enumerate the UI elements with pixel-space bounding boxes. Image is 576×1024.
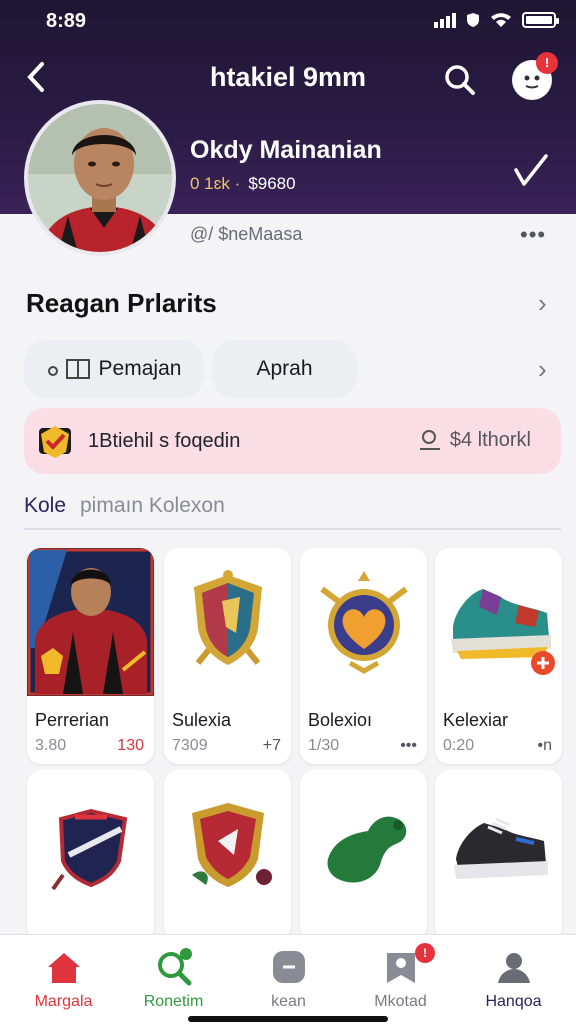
chip-label: Aprah — [256, 357, 313, 380]
signal-icon — [434, 12, 456, 28]
status-bar: 8:89 — [0, 6, 576, 34]
promo-reward: $4 lthorkl — [418, 428, 531, 452]
card-name: Sulexia — [172, 710, 232, 730]
follow-check-button[interactable] — [510, 150, 550, 190]
nav-label: Mkotad — [374, 993, 427, 1010]
search-button[interactable] — [440, 60, 480, 100]
badge-check-icon — [39, 426, 71, 458]
chip-label: Pemajan — [98, 357, 182, 380]
chevron-left-icon — [27, 62, 44, 92]
card-name: Bolexioı — [308, 710, 373, 730]
user-icon — [420, 430, 441, 450]
profile-subline: @/ $neMaasa — [190, 224, 303, 244]
battery-icon — [522, 12, 559, 28]
nav-chat[interactable]: kean — [231, 935, 346, 1024]
collection-card[interactable]: Bolexioı 1/30 ••• — [300, 548, 427, 764]
collection-card[interactable] — [27, 770, 154, 940]
collection-card[interactable] — [300, 770, 427, 940]
collection-card[interactable] — [164, 770, 291, 940]
heart-crest-icon — [300, 548, 427, 696]
back-button[interactable] — [24, 60, 54, 96]
nav-map[interactable]: ! Mkotad — [343, 935, 458, 1024]
nav-label: Ronetim — [143, 993, 204, 1010]
bottom-navigation: Margala Ronetim kean ! Mkotad Hanqoa — [0, 934, 576, 1024]
collection-card[interactable]: Sulexia 7309 +7 — [164, 548, 291, 764]
collection-tabs: Kole pimaın Kolexon — [24, 490, 561, 530]
card-extra: +7 — [262, 737, 281, 754]
home-indicator[interactable] — [188, 1016, 388, 1022]
card-extra: ••• — [400, 737, 417, 754]
chat-icon — [273, 951, 305, 983]
search-plus-icon — [158, 948, 192, 986]
tab-kole[interactable]: Kole — [24, 494, 66, 518]
player-portrait-icon — [28, 104, 172, 252]
page-title: htakiel 9mm — [209, 62, 367, 92]
nav-label: Margala — [34, 993, 93, 1010]
club-badge-icon — [27, 770, 154, 918]
profile-name: Okdy Mainanian — [190, 136, 382, 164]
chips-chevron-icon[interactable]: › — [538, 354, 547, 385]
section-title: Reagan Prlarits — [26, 288, 217, 318]
promo-reward-text: $4 lthorkl — [449, 429, 531, 451]
profile-stats: 0 1ɛk · $9680 — [190, 174, 296, 194]
shield-crest-icon — [164, 548, 291, 696]
tab-koleksi[interactable]: pimaın Kolexon — [80, 494, 225, 518]
collection-card[interactable]: Kelexiar 0:20 •n — [435, 548, 562, 764]
profile-icon — [498, 953, 530, 983]
notification-badge: ! — [536, 52, 558, 74]
card-name: Perrerian — [35, 710, 110, 730]
promo-banner[interactable]: 1Btiehil s foqedin $4 lthorkl — [24, 408, 561, 474]
section-chevron-icon[interactable]: › — [538, 288, 547, 319]
card-name: Kelexiar — [443, 710, 509, 730]
more-options-button[interactable]: ••• — [520, 222, 546, 248]
card-value: 0:20 — [443, 737, 475, 754]
card-extra: •n — [537, 737, 553, 754]
card-value: 1/30 — [308, 737, 340, 754]
home-icon — [48, 953, 80, 983]
chip-aprah[interactable]: Aprah — [212, 340, 357, 398]
search-icon — [445, 65, 475, 95]
nav-badge: ! — [415, 943, 435, 963]
avatar[interactable] — [24, 100, 176, 256]
wifi-icon — [491, 13, 511, 27]
black-sneaker-icon — [435, 770, 562, 918]
promo-label: 1Btiehil s foqedin — [88, 429, 241, 452]
collection-card[interactable]: Perrerian 3.80 130 — [27, 548, 154, 764]
sneaker-icon — [435, 548, 562, 696]
nav-label: kean — [271, 993, 306, 1010]
red-crest-icon — [164, 770, 291, 918]
profile-level: 0 1ɛk · — [190, 174, 241, 193]
card-extra: 130 — [117, 737, 144, 754]
nav-search[interactable]: Ronetim — [116, 935, 231, 1024]
card-value: 3.80 — [35, 737, 67, 754]
status-time: 8:89 — [46, 10, 87, 32]
nav-home[interactable]: Margala — [6, 935, 121, 1024]
checkmark-icon — [514, 154, 548, 186]
card-value: 7309 — [172, 737, 208, 754]
player-card-icon — [27, 548, 154, 696]
nav-label: Hanqoa — [485, 993, 542, 1010]
notifications-button[interactable]: ! — [512, 52, 558, 100]
profile-coins: $9680 — [248, 174, 296, 193]
collection-card[interactable] — [435, 770, 562, 940]
shield-status-icon — [467, 13, 479, 27]
chip-pemajan[interactable]: Pemajan — [24, 340, 204, 398]
green-hook-icon — [300, 770, 427, 918]
book-icon — [47, 359, 90, 379]
nav-profile[interactable]: Hanqoa — [456, 935, 571, 1024]
